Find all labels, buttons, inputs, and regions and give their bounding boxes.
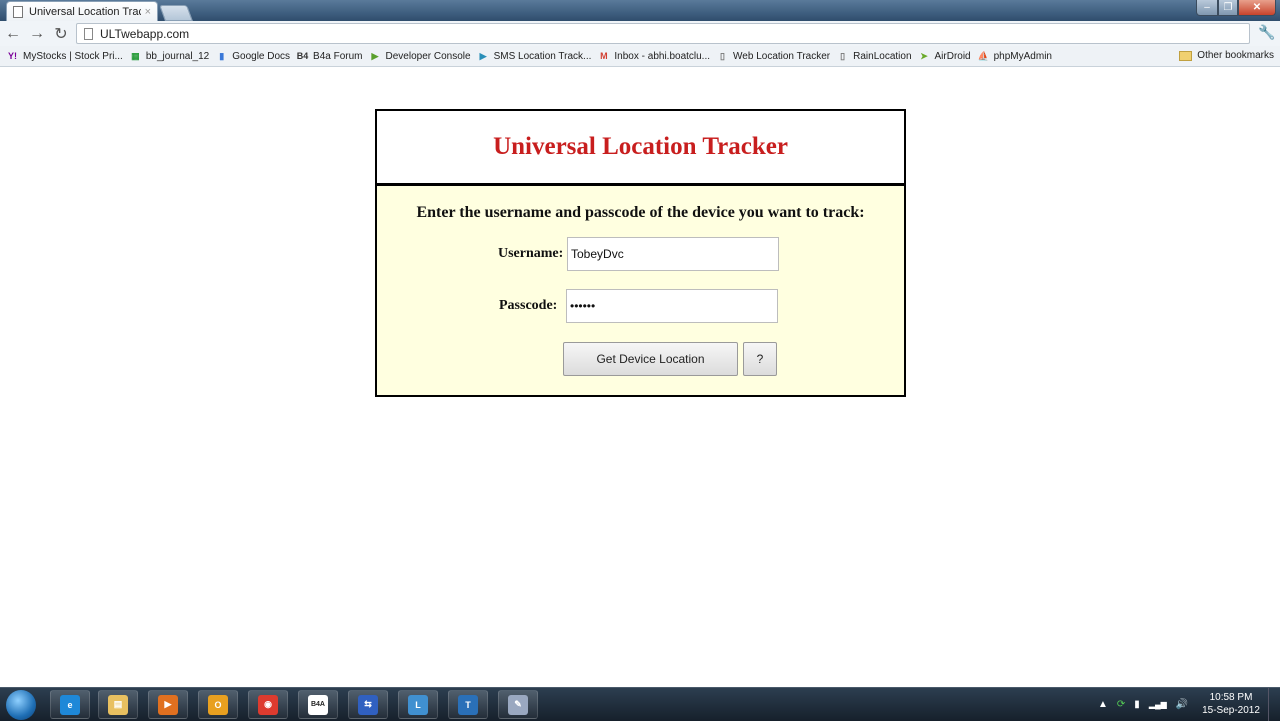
start-button[interactable]: [6, 690, 36, 720]
panel-header: Universal Location Tracker: [377, 111, 904, 186]
page-content: Universal Location Tracker Enter the use…: [0, 67, 1280, 687]
bookmark-label: Google Docs: [232, 50, 291, 62]
taskbar-app-chrome[interactable]: ◉: [248, 690, 288, 719]
taskbar-app-lync[interactable]: L: [398, 690, 438, 719]
bookmark-label: SMS Location Track...: [493, 50, 592, 62]
new-tab-button[interactable]: [159, 5, 193, 21]
power-icon[interactable]: ▮: [1134, 699, 1140, 710]
bookmark-label: RainLocation: [853, 50, 912, 62]
paint-icon: ✎: [508, 694, 528, 715]
basic4android-icon: B4A: [308, 694, 328, 715]
bookmark-item[interactable]: ⛵ phpMyAdmin: [978, 51, 1052, 62]
gmail-icon: M: [600, 51, 608, 61]
outlook-icon: O: [208, 694, 228, 715]
app-title: Universal Location Tracker: [493, 133, 788, 160]
phpmyadmin-icon: ⛵: [977, 50, 989, 61]
minimize-button[interactable]: –: [1196, 0, 1218, 16]
bookmark-item[interactable]: M Inbox - abhi.boatclu...: [598, 51, 710, 62]
taskbar-app-outlook[interactable]: O: [198, 690, 238, 719]
username-input[interactable]: [567, 237, 779, 271]
bookmark-item[interactable]: ▶ Developer Console: [370, 51, 471, 62]
sync-icon[interactable]: ⟳: [1117, 699, 1125, 710]
text-tool-icon: T: [458, 694, 478, 715]
url-text: ULTwebapp.com: [100, 26, 190, 41]
taskbar-app-media-player[interactable]: ▶: [148, 690, 188, 719]
bookmark-label: Developer Console: [385, 50, 471, 62]
windows-taskbar: ▲ ⟳ ▮ ▂▄▆ 🔊 10:58 PM 15-Sep-2012 e ▤ ▶ O ◉ B4…: [0, 687, 1280, 721]
clock-time: 10:58 PM: [1209, 692, 1253, 703]
file-explorer-icon: ▤: [108, 694, 128, 715]
page-icon: [13, 5, 23, 18]
internet-explorer-icon: e: [60, 694, 80, 715]
show-hidden-icons-icon[interactable]: ▲: [1098, 699, 1108, 710]
clock-date: 15-Sep-2012: [1202, 705, 1260, 716]
get-device-location-button[interactable]: Get Device Location: [563, 342, 738, 376]
bookmark-item[interactable]: ▯ RainLocation: [837, 51, 911, 62]
chrome-icon: ◉: [258, 694, 278, 715]
airdroid-icon: ➤: [920, 50, 928, 61]
login-form: Enter the username and passcode of the d…: [377, 186, 904, 395]
close-window-button[interactable]: ✕: [1238, 0, 1276, 16]
browser-toolbar: ← → ↻ ULTwebapp.com 🔧: [0, 21, 1280, 46]
taskbar-app-basic4android[interactable]: B4A: [298, 690, 338, 719]
bookmark-label: Web Location Tracker: [733, 50, 831, 62]
login-panel: Universal Location Tracker Enter the use…: [375, 109, 906, 397]
taskbar-app-file-explorer[interactable]: ▤: [98, 690, 138, 719]
passcode-input[interactable]: [566, 289, 778, 323]
bookmark-item[interactable]: ➤ AirDroid: [919, 50, 971, 62]
network-signal-icon[interactable]: ▂▄▆: [1149, 700, 1167, 709]
docs-icon: ▮: [219, 50, 225, 61]
play-icon: ▶: [371, 50, 379, 61]
help-button[interactable]: ?: [743, 342, 777, 376]
show-desktop-button[interactable]: [1268, 688, 1280, 721]
media-player-icon: ▶: [158, 694, 178, 715]
bookmark-label: B4a Forum: [313, 50, 363, 62]
bookmark-item[interactable]: ▯ Web Location Tracker: [717, 51, 830, 62]
bookmark-label: phpMyAdmin: [993, 50, 1052, 62]
passcode-label: Passcode:: [499, 298, 558, 313]
bookmarks-bar: Y! MyStocks | Stock Pri... ▦ bb_journal_12 ▮…: [0, 46, 1280, 67]
bookmark-item[interactable]: B4 B4a Forum: [296, 50, 363, 62]
browser-tab[interactable]: Universal Location Tracker ×: [6, 1, 158, 21]
spreadsheet-icon: ▦: [131, 50, 140, 61]
bookmark-label: MyStocks | Stock Pri...: [23, 50, 123, 62]
taskbar-app-internet-explorer[interactable]: e: [50, 690, 90, 719]
forward-button[interactable]: →: [26, 23, 48, 45]
yahoo-icon: Y!: [8, 51, 17, 61]
page-icon: [84, 27, 93, 40]
reload-button[interactable]: ↻: [50, 23, 72, 45]
bookmark-label: bb_journal_12: [145, 50, 210, 62]
page-icon: ▯: [840, 50, 846, 61]
taskbar-app-paint[interactable]: ✎: [498, 690, 538, 719]
wrench-menu-icon[interactable]: 🔧: [1258, 24, 1275, 41]
volume-icon[interactable]: 🔊: [1176, 699, 1188, 710]
maximize-button[interactable]: ❐: [1218, 0, 1238, 16]
system-tray: ▲ ⟳ ▮ ▂▄▆ 🔊: [1098, 688, 1197, 721]
bookmark-label: AirDroid: [934, 50, 971, 62]
network-tool-icon: ⇆: [358, 694, 378, 715]
back-button[interactable]: ←: [2, 23, 24, 45]
other-bookmarks[interactable]: Other bookmarks: [1179, 50, 1274, 61]
form-prompt: Enter the username and passcode of the d…: [416, 204, 865, 221]
clock[interactable]: 10:58 PM 15-Sep-2012: [1200, 691, 1262, 717]
bookmark-label: Inbox - abhi.boatclu...: [614, 50, 711, 62]
taskbar-app-network-tool[interactable]: ⇆: [348, 690, 388, 719]
b4a-icon: B4: [296, 51, 309, 61]
address-bar[interactable]: ULTwebapp.com: [76, 23, 1250, 44]
tab-close-icon[interactable]: ×: [145, 6, 151, 18]
bookmark-item[interactable]: Y! MyStocks | Stock Pri...: [7, 51, 123, 62]
username-label: Username:: [498, 246, 564, 261]
lync-icon: L: [408, 694, 428, 715]
taskbar-app-text-tool[interactable]: T: [448, 690, 488, 719]
play-icon: ▶: [479, 50, 487, 61]
bookmark-item[interactable]: ▦ bb_journal_12: [130, 51, 209, 62]
bookmark-item[interactable]: ▮ Google Docs: [216, 51, 290, 62]
tab-title: Universal Location Tracker: [29, 5, 141, 18]
other-bookmarks-label: Other bookmarks: [1197, 50, 1274, 61]
window-titlebar: Universal Location Tracker × – ❐ ✕: [0, 0, 1280, 21]
folder-icon: [1179, 50, 1193, 61]
bookmark-item[interactable]: ▶ SMS Location Track...: [478, 51, 592, 62]
page-icon: ▯: [720, 50, 725, 61]
